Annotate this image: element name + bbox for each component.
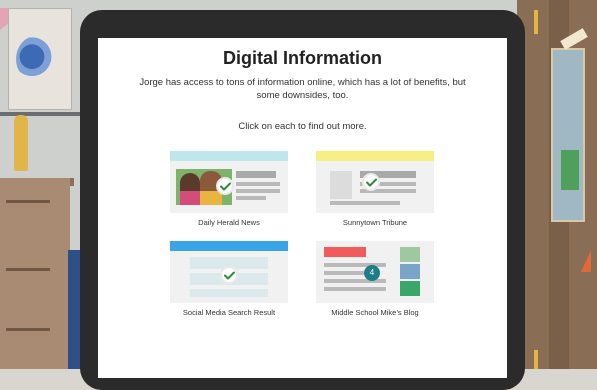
card-social-media-search-result[interactable] — [170, 241, 288, 303]
shirt — [180, 191, 200, 205]
tablet-screen: Digital Information Jorge has access to … — [98, 38, 507, 378]
card-header-bar — [170, 241, 288, 251]
instruction-text: Click on each to find out more. — [238, 121, 367, 132]
picture-frame-art — [561, 150, 579, 190]
card-sunnytown-tribune[interactable] — [316, 151, 434, 213]
thumbnail-image — [400, 247, 420, 262]
shelf — [0, 112, 84, 116]
card-label: Daily Herald News — [198, 218, 260, 227]
card-middle-school-mikes-blog[interactable]: 4 — [316, 241, 434, 303]
text-line — [330, 201, 400, 205]
card-header-bar — [170, 151, 288, 161]
dresser — [0, 178, 70, 369]
card-header-bar — [316, 151, 434, 161]
count-badge: 4 — [364, 265, 380, 281]
picture-frame — [551, 48, 585, 222]
paint-splash — [16, 36, 56, 82]
checkmark-icon — [216, 177, 234, 195]
image-placeholder — [330, 171, 352, 199]
description-text: Jorge has access to tons of information … — [139, 77, 466, 101]
card-label: Sunnytown Tribune — [342, 218, 408, 227]
card-label: Social Media Search Result — [182, 308, 276, 317]
text-line — [324, 279, 386, 283]
accent-strip — [534, 10, 538, 34]
recycle-icon — [400, 281, 420, 296]
trophy-icon — [14, 115, 28, 171]
drawer-handle — [6, 268, 50, 271]
text-line — [236, 182, 280, 186]
text-line — [236, 196, 266, 200]
thumbnail-image — [400, 264, 420, 279]
drawer-handle — [6, 328, 50, 331]
card-label: Middle School Mike’s Blog — [331, 308, 419, 317]
text-line — [236, 189, 280, 193]
drawer-handle — [6, 200, 50, 203]
page-title: Digital Information — [223, 48, 382, 68]
text-line — [324, 287, 386, 291]
card-daily-herald-news[interactable] — [170, 151, 288, 213]
text-line — [236, 171, 276, 178]
result-block — [190, 289, 268, 297]
text-line — [324, 271, 364, 275]
blog-header-bar — [324, 247, 366, 257]
checkmark-icon — [362, 173, 380, 191]
checkmark-icon — [220, 266, 238, 284]
accent-strip — [534, 350, 538, 369]
